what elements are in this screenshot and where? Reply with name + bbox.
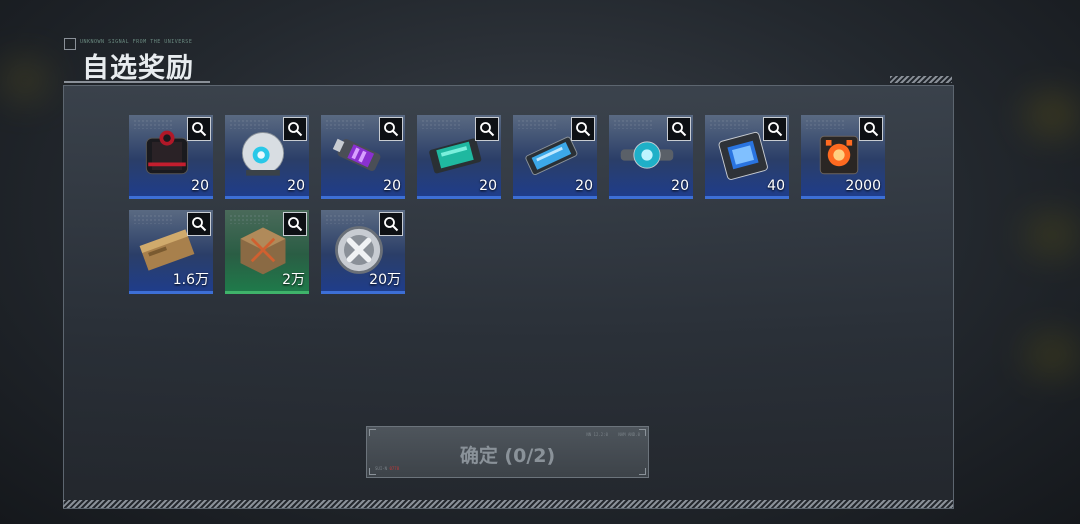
reward-quantity: 20 — [383, 178, 401, 194]
title-bullet — [64, 38, 76, 50]
magnifier-icon[interactable] — [859, 117, 883, 141]
magnifier-icon[interactable] — [475, 117, 499, 141]
reward-item[interactable]: 20 — [321, 115, 405, 199]
reward-item[interactable]: 20 — [513, 115, 597, 199]
reward-quantity: 2000 — [845, 178, 881, 194]
confirm-button[interactable]: NN 12.2:0 NAM AND.0 SUI-N 0778 确定 (0/2) — [366, 426, 649, 478]
reward-item[interactable]: 20 — [609, 115, 693, 199]
background-glow — [1025, 95, 1080, 135]
reward-quantity: 40 — [767, 178, 785, 194]
reward-item[interactable]: 20 — [129, 115, 213, 199]
reward-item[interactable]: 2万 — [225, 210, 309, 294]
reward-quantity: 20 — [191, 178, 209, 194]
reward-quantity: 2万 — [282, 272, 305, 288]
title-tab: UNKNOWN SIGNAL FROM THE UNIVERSE 自选奖励 — [64, 38, 212, 84]
magnifier-icon[interactable] — [571, 117, 595, 141]
magnifier-icon[interactable] — [187, 117, 211, 141]
page-title: 自选奖励 — [82, 53, 194, 84]
reward-item[interactable]: 20 — [417, 115, 501, 199]
reward-quantity: 20 — [479, 178, 497, 194]
reward-quantity: 20万 — [369, 272, 401, 288]
confirm-button-label: 确定 (0/2) — [459, 445, 556, 467]
panel-stripe-decoration — [63, 500, 953, 508]
reward-item[interactable]: 20 — [225, 115, 309, 199]
reward-quantity: 20 — [575, 178, 593, 194]
magnifier-icon[interactable] — [379, 212, 403, 236]
panel-stripe-decoration — [890, 76, 952, 83]
corner-bracket — [639, 468, 646, 475]
page-subtitle: UNKNOWN SIGNAL FROM THE UNIVERSE — [80, 39, 193, 45]
magnifier-icon[interactable] — [187, 212, 211, 236]
reward-quantity: 1.6万 — [172, 272, 209, 288]
button-code-tr: NN 12.2:0 — [586, 432, 608, 437]
reward-item[interactable]: 40 — [705, 115, 789, 199]
magnifier-icon[interactable] — [283, 117, 307, 141]
magnifier-icon[interactable] — [283, 212, 307, 236]
reward-quantity: 20 — [671, 178, 689, 194]
corner-bracket — [369, 429, 376, 436]
magnifier-icon[interactable] — [763, 117, 787, 141]
reward-item[interactable]: 20万 — [321, 210, 405, 294]
reward-item[interactable]: 2000 — [801, 115, 885, 199]
background-glow — [0, 60, 50, 100]
button-code-tr: NAM AND.0 — [618, 432, 640, 437]
title-underline — [64, 81, 210, 83]
reward-item[interactable]: 1.6万 — [129, 210, 213, 294]
magnifier-icon[interactable] — [379, 117, 403, 141]
background-glow — [1025, 215, 1080, 255]
background-glow — [1025, 335, 1080, 375]
reward-quantity: 20 — [287, 178, 305, 194]
magnifier-icon[interactable] — [667, 117, 691, 141]
corner-bracket — [639, 429, 646, 436]
